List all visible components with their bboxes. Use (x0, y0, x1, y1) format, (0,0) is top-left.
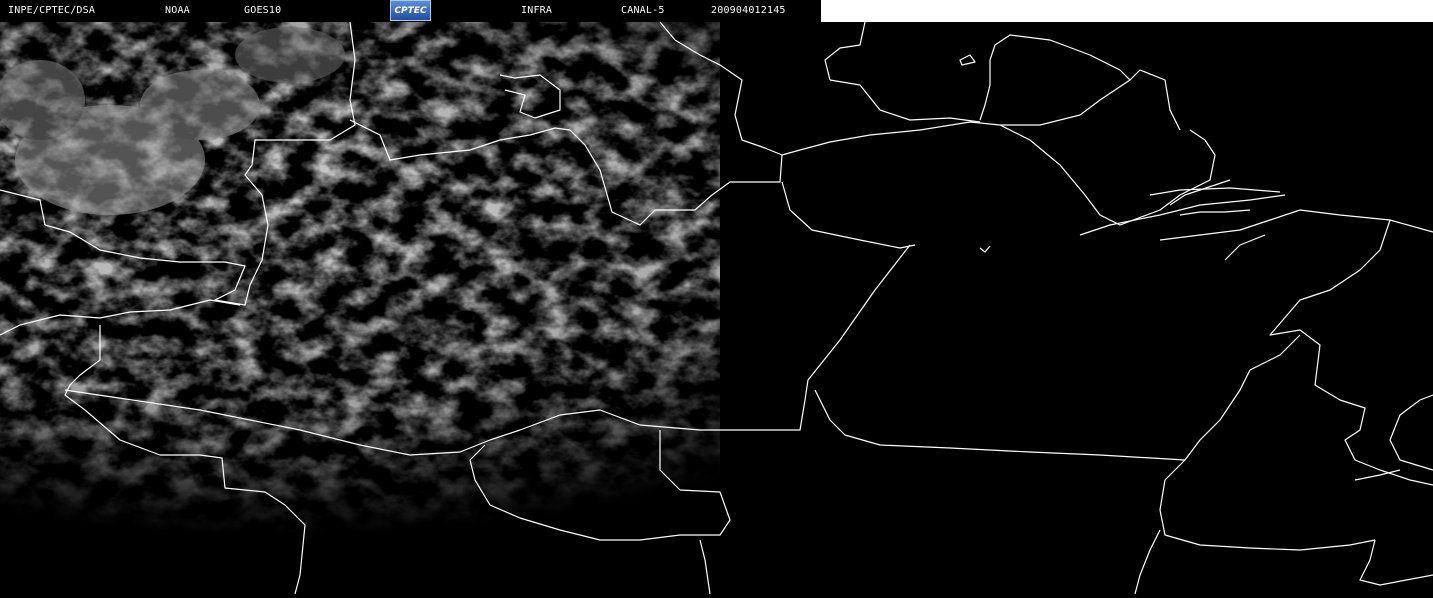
satellite-image (0, 0, 1433, 595)
header-blank-area (821, 0, 1433, 22)
map-canvas (0, 21, 1433, 595)
timestamp-label: 200904012145 (711, 5, 786, 16)
agency-label: NOAA (165, 5, 190, 16)
product-label: INFRA (521, 5, 553, 16)
logo-text: CPTEC (394, 5, 427, 16)
org-label: INPE/CPTEC/DSA (8, 5, 96, 16)
satellite-label: GOES10 (244, 5, 282, 16)
cptec-logo: CPTEC (390, 0, 431, 21)
header-bar: INPE/CPTEC/DSA NOAA GOES10 CPTEC INFRA C… (0, 0, 821, 22)
channel-label: CANAL-5 (621, 5, 665, 16)
